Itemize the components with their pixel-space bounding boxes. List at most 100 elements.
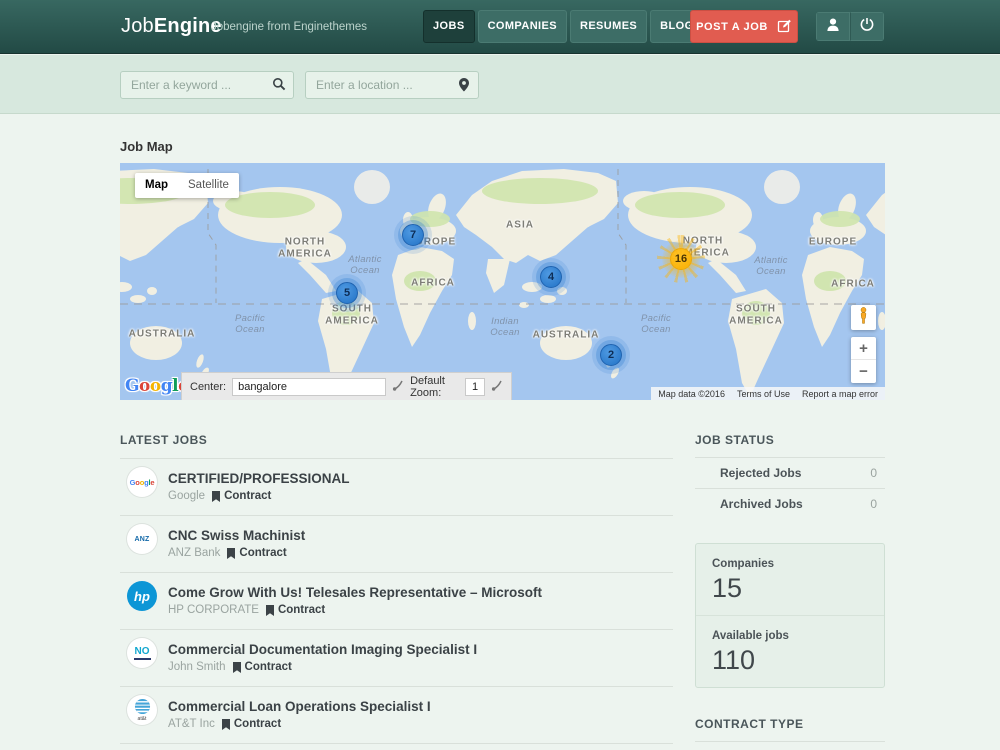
job-list: Google CERTIFIED/PROFESSIONAL Google Con… [120, 458, 673, 744]
company-logo-anz: ANZ [127, 524, 157, 554]
job-type-badge: Contract [227, 547, 286, 559]
map-type-satellite-button[interactable]: Satellite [178, 173, 239, 198]
job-company: HP CORPORATE [168, 604, 259, 616]
job-company: AT&T Inc [168, 718, 215, 730]
job-status-heading: JOB STATUS [695, 433, 885, 447]
header: JobEngine Jobengine from Enginethemes JO… [0, 0, 1000, 54]
logo[interactable]: JobEngine [121, 15, 222, 38]
bookmark-icon [222, 719, 230, 730]
logout-button[interactable] [850, 12, 884, 41]
pick-zoom-icon[interactable] [491, 379, 503, 394]
sidebar-item-contract[interactable]: Contract [695, 741, 885, 750]
job-meta: John Smith Contract [168, 661, 673, 673]
google-logo[interactable]: Google [125, 376, 188, 396]
companies-label: Companies [712, 558, 868, 570]
contract-type-heading: CONTRACT TYPE [695, 717, 885, 731]
archived-jobs-count: 0 [870, 489, 877, 520]
archived-jobs-label: Archived Jobs [720, 497, 803, 511]
company-logo-no: NO [127, 638, 157, 668]
search-icon[interactable] [272, 77, 286, 96]
nav-jobs[interactable]: JOBS [423, 10, 475, 43]
job-map-heading: Job Map [120, 139, 173, 154]
logo-light: Job [121, 15, 154, 37]
map-center-input[interactable] [232, 378, 386, 396]
job-title[interactable]: CERTIFIED/PROFESSIONAL [168, 459, 673, 486]
job-row[interactable]: at&t Commercial Loan Operations Speciali… [120, 687, 673, 744]
main-nav: JOBS COMPANIES RESUMES BLOG [423, 10, 704, 43]
bookmark-icon [212, 491, 220, 502]
map-zoom-control: + − [851, 337, 876, 383]
map-type-map-button[interactable]: Map [135, 173, 178, 198]
map-attribution: Map data ©2016 Terms of Use Report a map… [651, 387, 885, 400]
center-label: Center: [190, 381, 226, 393]
job-row[interactable]: hp Come Grow With Us! Telesales Represen… [120, 573, 673, 630]
map-cluster-marker[interactable]: 7 [402, 224, 424, 246]
contract-type-section: CONTRACT TYPE Contract [695, 717, 885, 750]
job-type-badge: Contract [212, 490, 271, 502]
page: JobEngine Jobengine from Enginethemes JO… [0, 0, 1000, 750]
pick-center-icon[interactable] [392, 379, 404, 394]
bookmark-icon [266, 605, 274, 616]
job-row[interactable]: Google CERTIFIED/PROFESSIONAL Google Con… [120, 459, 673, 516]
zoom-out-button[interactable]: − [851, 360, 876, 383]
job-title[interactable]: Come Grow With Us! Telesales Representat… [168, 573, 673, 600]
job-row[interactable]: ANZ CNC Swiss Machinist ANZ Bank Contrac… [120, 516, 673, 573]
header-icon-group [816, 12, 884, 41]
stat-available-jobs: Available jobs 110 [696, 616, 884, 687]
keyword-field-wrap [120, 71, 294, 99]
zoom-in-button[interactable]: + [851, 337, 876, 360]
job-company: ANZ Bank [168, 547, 220, 559]
terms-of-use-link[interactable]: Terms of Use [737, 389, 790, 399]
map-cluster-marker[interactable]: 5 [336, 282, 358, 304]
pegman-icon [857, 306, 870, 330]
search-bar [0, 55, 1000, 114]
google-letter: o [139, 376, 150, 396]
job-row[interactable]: NO Commercial Documentation Imaging Spec… [120, 630, 673, 687]
job-title[interactable]: Commercial Documentation Imaging Special… [168, 630, 673, 657]
power-icon [859, 16, 875, 37]
sidebar-item-rejected-jobs[interactable]: 0 Rejected Jobs [695, 457, 885, 488]
job-meta: Google Contract [168, 490, 673, 502]
map-cluster-marker[interactable]: 16 [670, 248, 692, 270]
latest-jobs-heading: LATEST JOBS [120, 433, 673, 447]
map-cluster-marker[interactable]: 2 [600, 344, 622, 366]
available-jobs-count: 110 [712, 645, 868, 676]
stat-companies: Companies 15 [696, 544, 884, 616]
bookmark-icon [233, 662, 241, 673]
job-meta: ANZ Bank Contract [168, 547, 673, 559]
default-zoom-input[interactable] [465, 378, 485, 396]
map-cluster-marker[interactable]: 4 [540, 266, 562, 288]
map-settings-bar: Center: Default Zoom: [181, 372, 512, 400]
google-letter: G [125, 376, 139, 396]
sidebar: JOB STATUS 0 Rejected Jobs 0 Archived Jo… [695, 433, 885, 750]
job-company: Google [168, 490, 205, 502]
pegman-control[interactable] [851, 305, 876, 330]
google-letter: o [150, 376, 161, 396]
nav-companies[interactable]: COMPANIES [478, 10, 567, 43]
rejected-jobs-count: 0 [870, 458, 877, 489]
bookmark-icon [227, 548, 235, 559]
rejected-jobs-label: Rejected Jobs [720, 466, 801, 480]
stats-box: Companies 15 Available jobs 110 [695, 543, 885, 688]
job-type-badge: Contract [222, 718, 281, 730]
location-input[interactable] [305, 71, 479, 99]
att-globe-icon [134, 698, 151, 715]
companies-count: 15 [712, 573, 868, 604]
job-company: John Smith [168, 661, 226, 673]
nav-resumes[interactable]: RESUMES [570, 10, 647, 43]
report-map-error-link[interactable]: Report a map error [802, 389, 878, 399]
post-a-job-button[interactable]: POST A JOB [690, 10, 798, 43]
job-map[interactable]: NORTH AMERICA SOUTH AMERICA AUSTRALIA Pa… [120, 163, 885, 400]
job-type-badge: Contract [233, 661, 292, 673]
user-account-button[interactable] [816, 12, 850, 41]
sidebar-item-archived-jobs[interactable]: 0 Archived Jobs [695, 488, 885, 519]
job-title[interactable]: Commercial Loan Operations Specialist I [168, 687, 673, 714]
post-a-job-label: POST A JOB [696, 21, 768, 33]
keyword-input[interactable] [120, 71, 294, 99]
job-meta: HP CORPORATE Contract [168, 604, 673, 616]
company-logo-hp: hp [127, 581, 157, 611]
job-title[interactable]: CNC Swiss Machinist [168, 516, 673, 543]
default-zoom-label: Default Zoom: [410, 375, 459, 399]
location-pin-icon[interactable] [457, 77, 471, 97]
job-type-badge: Contract [266, 604, 325, 616]
